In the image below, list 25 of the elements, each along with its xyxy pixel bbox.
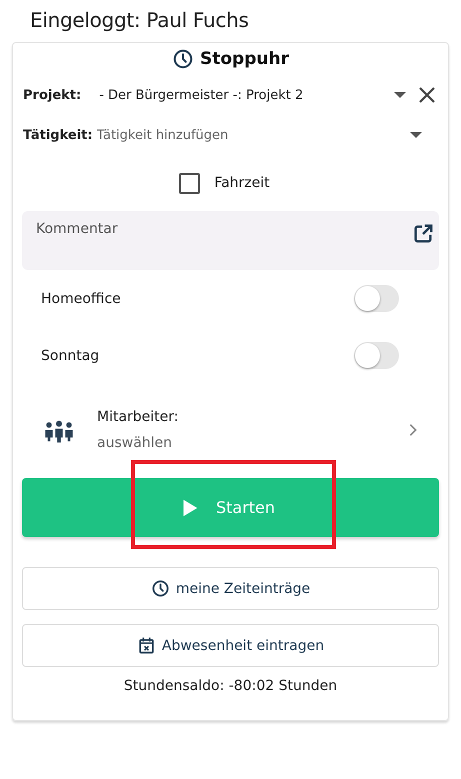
employees-label: Mitarbeiter: xyxy=(97,409,180,425)
toggle-label: Sonntag xyxy=(41,348,100,364)
project-dropdown[interactable]: - Der Bürgermeister -: Projekt 2 xyxy=(99,88,394,102)
employees-value: auswählen xyxy=(97,435,174,451)
checkbox-label: Fahrzeit xyxy=(214,175,270,191)
employees-item[interactable]: Mitarbeiter: auswählen xyxy=(22,394,439,466)
absence-button[interactable]: Abwesenheit eintragen xyxy=(22,624,439,667)
activity-dropdown[interactable]: Tätigkeit hinzufügen xyxy=(96,128,410,142)
toggle-label: Homeoffice xyxy=(41,290,121,306)
comment-field[interactable]: Kommentar xyxy=(22,211,439,270)
calendar-icon xyxy=(136,636,156,655)
login-text: Eingeloggt: Paul Fuchs xyxy=(29,7,250,34)
toggle-switch[interactable] xyxy=(354,285,399,312)
field-label: Tätigkeit: xyxy=(23,128,93,142)
card-title: Stoppuhr xyxy=(200,49,289,69)
checkbox[interactable] xyxy=(179,172,200,194)
dropdown-caret-icon xyxy=(394,92,406,98)
external-link-icon xyxy=(412,223,434,245)
balance-text: Stundensaldo: -80:02 Stunden xyxy=(122,678,338,694)
time-entries-button[interactable]: meine Zeiteinträge xyxy=(22,567,439,610)
toggle-switch[interactable] xyxy=(354,342,399,369)
clock-icon xyxy=(172,48,194,70)
dropdown-caret-icon xyxy=(410,132,422,138)
clock-icon xyxy=(150,579,170,598)
field-label: Projekt: xyxy=(23,88,82,102)
